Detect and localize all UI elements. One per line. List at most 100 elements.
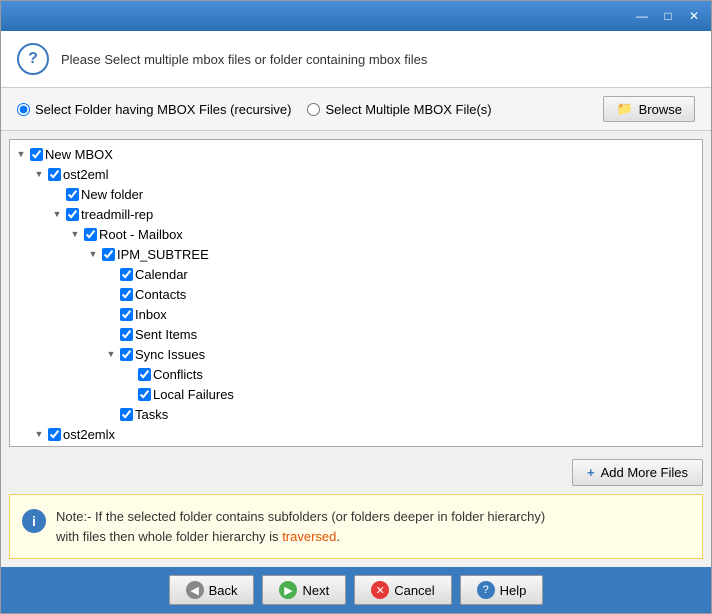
- tree-checkbox[interactable]: [138, 388, 151, 401]
- tree-label[interactable]: New folder: [81, 187, 143, 202]
- tree-checkbox[interactable]: [120, 328, 133, 341]
- tree-label[interactable]: treadmill-rep: [81, 447, 153, 448]
- tree-label[interactable]: Inbox: [135, 307, 167, 322]
- tree-item: ▼ ost2emlx: [14, 424, 698, 444]
- tree-label[interactable]: ost2emlx: [63, 427, 115, 442]
- cancel-button[interactable]: ✕ Cancel: [354, 575, 451, 605]
- cancel-icon: ✕: [371, 581, 389, 599]
- radio-folder-label: Select Folder having MBOX Files (recursi…: [35, 102, 291, 117]
- next-icon: ▶: [279, 581, 297, 599]
- tree-item: Inbox: [14, 304, 698, 324]
- add-more-button[interactable]: + Add More Files: [572, 459, 703, 486]
- help-label: Help: [500, 583, 527, 598]
- tree-label[interactable]: New MBOX: [45, 147, 113, 162]
- tree-item: Conflicts: [14, 364, 698, 384]
- note-text-highlight: traversed: [282, 529, 336, 544]
- add-more-label: Add More Files: [601, 465, 688, 480]
- tree-label[interactable]: Root - Mailbox: [99, 227, 183, 242]
- tree-expander[interactable]: ▼: [68, 227, 82, 241]
- tree-label[interactable]: Conflicts: [153, 367, 203, 382]
- back-icon: ◀: [186, 581, 204, 599]
- note-text-part2: with files then whole folder hierarchy i…: [56, 529, 279, 544]
- tree-checkbox[interactable]: [120, 348, 133, 361]
- tree-expander[interactable]: ▼: [14, 147, 28, 161]
- note-text-part1: Note:- If the selected folder contains s…: [56, 509, 545, 524]
- tree-expander[interactable]: ▼: [86, 247, 100, 261]
- close-button[interactable]: ✕: [681, 5, 707, 27]
- tree-checkbox[interactable]: [138, 368, 151, 381]
- tree-label[interactable]: Sync Issues: [135, 347, 205, 362]
- tree-item: ▼ New MBOX: [14, 144, 698, 164]
- tree-checkbox[interactable]: [30, 148, 43, 161]
- tree-item: New folder: [14, 184, 698, 204]
- tree-expander[interactable]: ▼: [104, 347, 118, 361]
- tree-label[interactable]: Local Failures: [153, 387, 234, 402]
- browse-label: Browse: [639, 102, 682, 117]
- tree-expander: [104, 267, 118, 281]
- help-icon: ?: [477, 581, 495, 599]
- tree-expander[interactable]: ▼: [50, 207, 64, 221]
- radio-files[interactable]: [307, 103, 320, 116]
- help-button[interactable]: ? Help: [460, 575, 544, 605]
- tree-checkbox[interactable]: [48, 428, 61, 441]
- title-bar: — □ ✕: [1, 1, 711, 31]
- tree-checkbox[interactable]: [66, 188, 79, 201]
- tree-expander: [50, 187, 64, 201]
- tree-item: ▼ treadmill-rep: [14, 204, 698, 224]
- note-text-end: .: [336, 529, 340, 544]
- tree-checkbox[interactable]: [120, 288, 133, 301]
- options-bar: Select Folder having MBOX Files (recursi…: [1, 88, 711, 131]
- tree-expander: [104, 287, 118, 301]
- maximize-button[interactable]: □: [655, 5, 681, 27]
- tree-label[interactable]: Contacts: [135, 287, 186, 302]
- tree-label[interactable]: treadmill-rep: [81, 207, 153, 222]
- header-icon: ?: [17, 43, 49, 75]
- next-label: Next: [302, 583, 329, 598]
- tree-item: Local Failures: [14, 384, 698, 404]
- tree-checkbox[interactable]: [102, 248, 115, 261]
- tree-label[interactable]: Calendar: [135, 267, 188, 282]
- tree-expander: [122, 367, 136, 381]
- radio-option-folder[interactable]: Select Folder having MBOX Files (recursi…: [17, 102, 291, 117]
- cancel-label: Cancel: [394, 583, 434, 598]
- tree-expander[interactable]: ▼: [32, 167, 46, 181]
- header: ? Please Select multiple mbox files or f…: [1, 31, 711, 88]
- tree-container[interactable]: ▼ New MBOX ▼ ost2eml New folder ▼ treadmill-re…: [9, 139, 703, 447]
- tree-label[interactable]: Sent Items: [135, 327, 197, 342]
- tree-item: ▼ Sync Issues: [14, 344, 698, 364]
- tree-label[interactable]: ost2eml: [63, 167, 109, 182]
- footer: ◀ Back ▶ Next ✕ Cancel ? Help: [1, 567, 711, 613]
- tree-checkbox[interactable]: [66, 208, 79, 221]
- tree-expander: [104, 327, 118, 341]
- back-label: Back: [209, 583, 238, 598]
- tree-item: ▼ Root - Mailbox: [14, 224, 698, 244]
- tree-checkbox[interactable]: [84, 228, 97, 241]
- tree-label[interactable]: Tasks: [135, 407, 168, 422]
- tree-item: Tasks: [14, 404, 698, 424]
- tree-expander: [104, 307, 118, 321]
- note-icon: i: [22, 509, 46, 533]
- tree-item: ▼ IPM_SUBTREE: [14, 244, 698, 264]
- tree-label[interactable]: IPM_SUBTREE: [117, 247, 209, 262]
- next-button[interactable]: ▶ Next: [262, 575, 346, 605]
- tree-item: ▶treadmill-rep: [14, 444, 698, 447]
- tree-expander: [104, 407, 118, 421]
- browse-button[interactable]: 📁 Browse: [603, 96, 695, 122]
- minimize-button[interactable]: —: [629, 5, 655, 27]
- tree-checkbox[interactable]: [48, 168, 61, 181]
- radio-option-files[interactable]: Select Multiple MBOX File(s): [307, 102, 491, 117]
- radio-folder[interactable]: [17, 103, 30, 116]
- tree-item: Contacts: [14, 284, 698, 304]
- main-window: — □ ✕ ? Please Select multiple mbox file…: [0, 0, 712, 614]
- browse-icon: 📁: [616, 101, 632, 117]
- tree-item: Sent Items: [14, 324, 698, 344]
- back-button[interactable]: ◀ Back: [169, 575, 255, 605]
- radio-files-label: Select Multiple MBOX File(s): [325, 102, 491, 117]
- tree-checkbox[interactable]: [120, 268, 133, 281]
- tree-checkbox[interactable]: [120, 308, 133, 321]
- note-text: Note:- If the selected folder contains s…: [56, 507, 545, 546]
- tree-scroll: ▼ New MBOX ▼ ost2eml New folder ▼ treadmill-re…: [10, 140, 702, 447]
- tree-checkbox[interactable]: [120, 408, 133, 421]
- header-text: Please Select multiple mbox files or fol…: [61, 52, 427, 67]
- tree-expander[interactable]: ▼: [32, 427, 46, 441]
